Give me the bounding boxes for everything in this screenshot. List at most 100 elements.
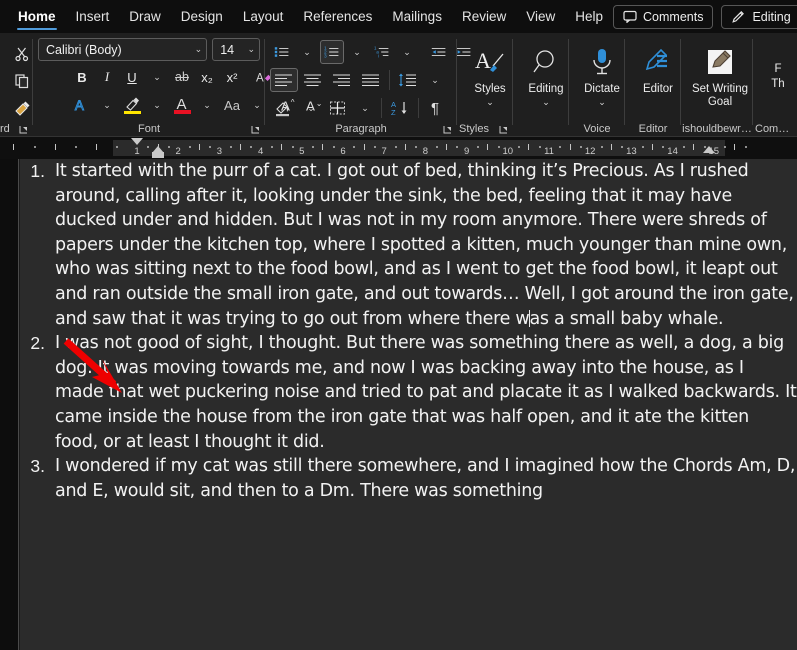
- ruler-minor-tick: [682, 146, 685, 148]
- borders-dropdown[interactable]: ⌄: [353, 96, 377, 120]
- ruler-minor-tick: [312, 146, 315, 148]
- styles-dialog-launcher[interactable]: [498, 123, 510, 135]
- subscript-button[interactable]: x₂: [195, 65, 219, 89]
- tab-home[interactable]: Home: [8, 0, 66, 33]
- tab-label: Review: [461, 9, 507, 24]
- paragraph-dialog-launcher[interactable]: [442, 123, 454, 135]
- font-dialog-launcher[interactable]: [250, 123, 262, 135]
- list-item-number: 3.: [30, 456, 45, 477]
- dictate-button[interactable]: Dictate ⌄: [574, 37, 630, 123]
- show-formatting-marks-button[interactable]: ¶: [423, 96, 447, 120]
- tab-layout[interactable]: Layout: [233, 0, 294, 33]
- tab-draw[interactable]: Draw: [119, 0, 171, 33]
- ruler-number: 6: [340, 146, 346, 157]
- svg-text:3: 3: [324, 54, 327, 60]
- tab-review[interactable]: Review: [452, 0, 516, 33]
- comments-ribbon-button[interactable]: F Th: [758, 37, 793, 123]
- list-item-number: 1.: [30, 161, 45, 181]
- left-indent-marker[interactable]: [152, 152, 164, 158]
- text-cursor: [528, 309, 530, 327]
- group-label-voice: Voice: [583, 123, 611, 135]
- tab-mailings[interactable]: Mailings: [382, 0, 452, 33]
- multilevel-list-dropdown[interactable]: ⌄: [395, 40, 419, 64]
- ruler-number: 3: [216, 146, 223, 157]
- ruler-minor-tick: [363, 144, 365, 150]
- font-color-dropdown[interactable]: ⌄: [195, 93, 219, 117]
- ruler-minor-tick: [497, 146, 500, 148]
- underline-dropdown[interactable]: ⌄: [145, 65, 169, 89]
- list-item[interactable]: 1. It started with the purr of a cat. I g…: [20, 159, 797, 331]
- styles-icon: A: [473, 43, 507, 81]
- editing-mode-button[interactable]: Editing ⌄: [721, 4, 797, 29]
- highlight-color-button[interactable]: [120, 93, 144, 117]
- list-item[interactable]: 2. I was not good of sight, I thought. Bu…: [20, 331, 797, 454]
- copy-button[interactable]: [10, 69, 34, 93]
- ruler-number: 7: [381, 146, 387, 157]
- tab-view[interactable]: View: [516, 0, 565, 33]
- clipboard-dialog-launcher[interactable]: [18, 123, 30, 135]
- highlight-color-dropdown[interactable]: ⌄: [145, 93, 169, 117]
- styles-button[interactable]: A Styles ⌄: [462, 37, 518, 123]
- ruler-minor-tick: [569, 144, 571, 150]
- set-writing-goal-button[interactable]: Set Writing Goal: [686, 37, 754, 123]
- tab-references[interactable]: References: [293, 0, 382, 33]
- font-size-combobox[interactable]: 14 ⌄: [212, 38, 260, 61]
- comments-button[interactable]: Comments: [613, 4, 714, 29]
- tab-design[interactable]: Design: [171, 0, 233, 33]
- ruler-minor-tick: [528, 144, 530, 150]
- borders-button[interactable]: [324, 96, 352, 120]
- horizontal-ruler[interactable]: 1 2 3 4 5 6 7 8 9 10 11 12 13 14 15: [0, 137, 797, 159]
- list-item-text[interactable]: It started with the purr of a cat. I got…: [45, 159, 797, 331]
- tab-help[interactable]: Help: [565, 0, 613, 33]
- bulleted-list-button[interactable]: [270, 40, 294, 64]
- bold-button[interactable]: B: [70, 65, 94, 89]
- list-item-text[interactable]: I wondered if my cat was still there som…: [45, 454, 797, 503]
- font-name-combobox[interactable]: Calibri (Body) ⌄: [38, 38, 208, 61]
- editing-button[interactable]: Editing ⌄: [518, 37, 574, 123]
- multilevel-list-button[interactable]: 1ai: [370, 40, 394, 64]
- list-item[interactable]: 3. I wondered if my cat was still there s…: [20, 454, 797, 503]
- ruler-number: 4: [257, 146, 264, 157]
- line-spacing-button[interactable]: [394, 68, 422, 92]
- ruler-minor-tick: [538, 146, 541, 148]
- cut-button[interactable]: [10, 42, 34, 66]
- ruler-minor-tick: [559, 146, 562, 148]
- tab-label: Insert: [75, 9, 110, 24]
- list-item-text[interactable]: I was not good of sight, I thought. But …: [45, 331, 797, 454]
- numbered-list[interactable]: 1. It started with the purr of a cat. I g…: [20, 159, 797, 503]
- editor-button[interactable]: Editor: [630, 37, 686, 123]
- right-indent-marker[interactable]: [703, 146, 715, 153]
- tab-label: Draw: [129, 9, 161, 24]
- word-window: Home Insert Draw Design Layout Reference…: [0, 0, 797, 650]
- ruler-number: 12: [584, 146, 596, 157]
- italic-button[interactable]: I: [95, 65, 119, 89]
- justify-button[interactable]: [357, 68, 385, 92]
- text-effects-dropdown[interactable]: ⌄: [95, 93, 119, 117]
- ribbon-group-editor: Editor Editor: [625, 33, 681, 137]
- numbered-list-dropdown[interactable]: ⌄: [345, 40, 369, 64]
- underline-button[interactable]: U: [120, 65, 144, 89]
- change-case-button[interactable]: Aa: [220, 93, 244, 117]
- document-page[interactable]: 1. It started with the purr of a cat. I g…: [20, 159, 797, 650]
- superscript-button[interactable]: x²: [220, 65, 244, 89]
- numbered-list-button[interactable]: 123: [320, 40, 344, 64]
- line-spacing-dropdown[interactable]: ⌄: [423, 68, 447, 92]
- format-painter-button[interactable]: [10, 96, 35, 120]
- ruler-minor-tick: [456, 146, 459, 148]
- align-center-button[interactable]: [299, 68, 327, 92]
- microphone-icon: [589, 43, 615, 81]
- first-line-indent-marker[interactable]: [131, 138, 143, 145]
- bulleted-list-dropdown[interactable]: ⌄: [295, 40, 319, 64]
- strikethrough-button[interactable]: ab: [170, 65, 194, 89]
- shading-button[interactable]: [270, 96, 298, 120]
- ruler-minor-tick: [270, 146, 273, 148]
- shading-dropdown[interactable]: ⌄: [299, 96, 323, 120]
- decrease-indent-button[interactable]: [427, 40, 451, 64]
- ribbon-group-voice: Dictate ⌄ Voice: [569, 33, 625, 137]
- align-right-button[interactable]: [328, 68, 356, 92]
- tab-insert[interactable]: Insert: [66, 0, 120, 33]
- text-effects-button[interactable]: A: [70, 93, 94, 117]
- sort-button[interactable]: AZ: [386, 96, 414, 120]
- align-left-button[interactable]: [270, 68, 298, 92]
- font-color-button[interactable]: A: [170, 93, 194, 117]
